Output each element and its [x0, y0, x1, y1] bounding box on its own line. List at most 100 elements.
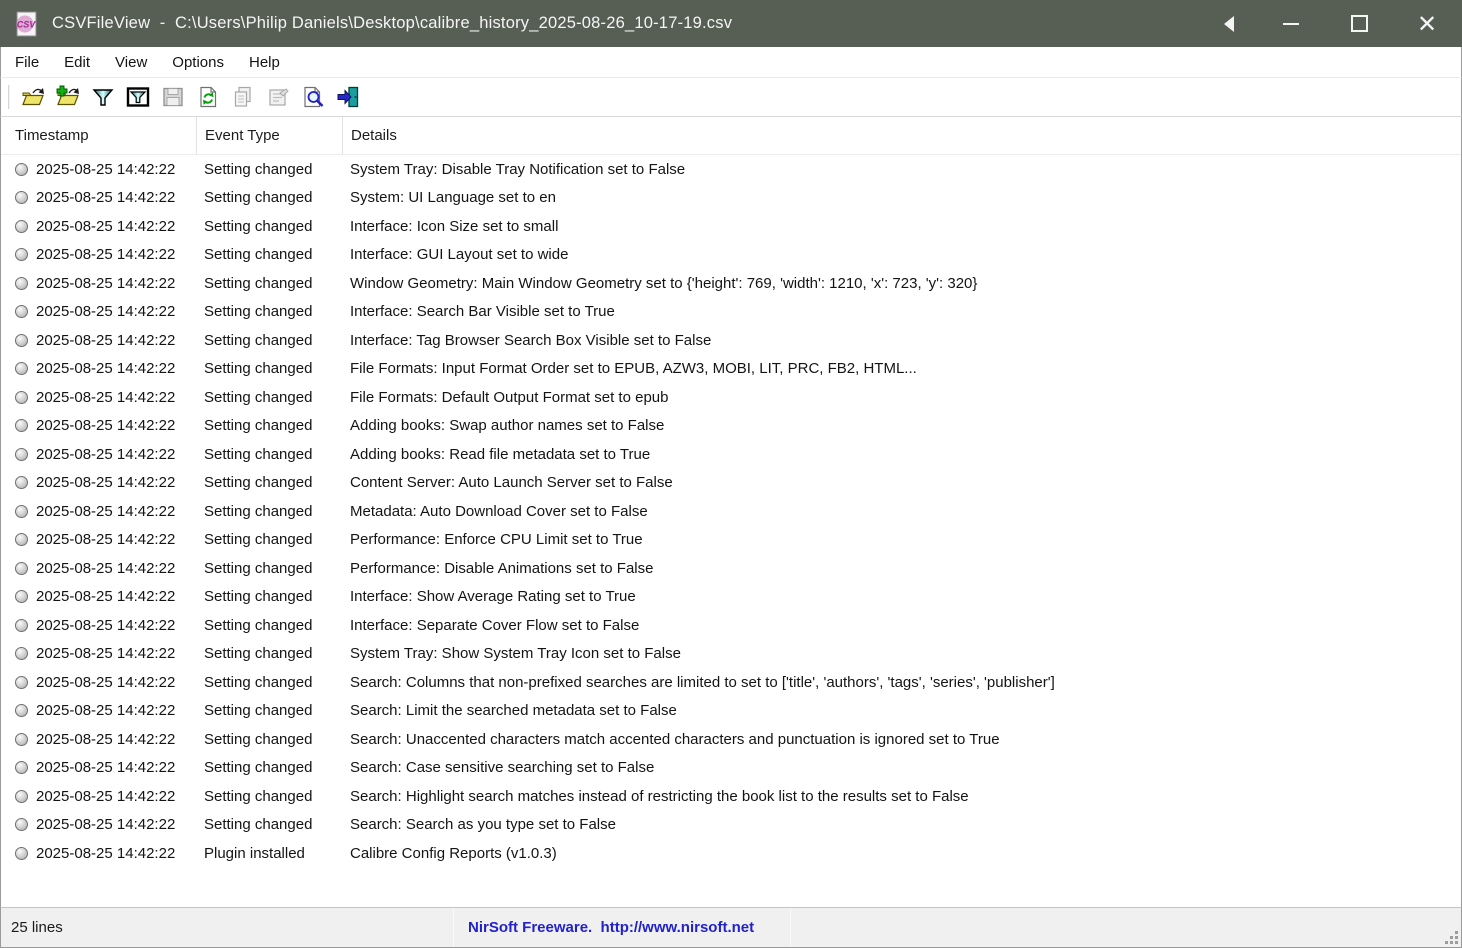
- details-cell: Performance: Enforce CPU Limit set to Tr…: [350, 531, 643, 549]
- close-button[interactable]: ✕: [1404, 0, 1450, 47]
- table-row[interactable]: 2025-08-25 14:42:22 Setting changed Adding…: [1, 440, 1461, 469]
- table-row[interactable]: 2025-08-25 14:42:22 Setting changed Perfor…: [1, 526, 1461, 555]
- table-row[interactable]: 2025-08-25 14:42:22 Setting changed Interf…: [1, 583, 1461, 612]
- table-row[interactable]: 2025-08-25 14:42:22 Setting changed System…: [1, 184, 1461, 213]
- sphere-bullet-icon: [15, 846, 28, 860]
- table-row[interactable]: 2025-08-25 14:42:22 Setting changed Adding…: [1, 412, 1461, 441]
- table-row[interactable]: 2025-08-25 14:42:22 Setting changed Conten…: [1, 469, 1461, 498]
- sphere-bullet-icon: [15, 504, 28, 518]
- nirsoft-link[interactable]: NirSoft Freeware. http://www.nirsoft.net: [468, 919, 754, 936]
- menu-edit[interactable]: Edit: [53, 49, 101, 76]
- csvfileview-window: CSV CSVFileView - C:\Users\Philip Daniel…: [0, 0, 1462, 948]
- sphere-bullet-icon: [15, 419, 28, 433]
- filter-button[interactable]: [88, 83, 117, 112]
- table-row[interactable]: 2025-08-25 14:42:22 Setting changed Interf…: [1, 212, 1461, 241]
- sphere-bullet-icon: [15, 276, 28, 290]
- triangle-left-icon[interactable]: [1224, 15, 1234, 32]
- timestamp-cell: 2025-08-25 14:42:22: [36, 531, 176, 549]
- refresh-button[interactable]: [193, 83, 222, 112]
- timestamp-cell: 2025-08-25 14:42:22: [36, 844, 176, 862]
- open-file-button[interactable]: [18, 83, 47, 112]
- sphere-bullet-icon: [15, 476, 28, 490]
- details-cell: System: UI Language set to en: [350, 189, 556, 207]
- table-row[interactable]: 2025-08-25 14:42:22 Setting changed Metada…: [1, 497, 1461, 526]
- event-type-cell: Setting changed: [204, 645, 313, 663]
- timestamp-cell: 2025-08-25 14:42:22: [36, 189, 176, 207]
- details-cell: Adding books: Swap author names set to F…: [350, 417, 665, 435]
- table-row[interactable]: 2025-08-25 14:42:22 Setting changed Interf…: [1, 611, 1461, 640]
- sphere-bullet-icon: [15, 761, 28, 775]
- table-row[interactable]: 2025-08-25 14:42:22 Setting changed Search…: [1, 782, 1461, 811]
- table-row[interactable]: 2025-08-25 14:42:22 Setting changed Search…: [1, 697, 1461, 726]
- table-row[interactable]: 2025-08-25 14:42:22 Setting changed Search…: [1, 725, 1461, 754]
- column-header-timestamp[interactable]: Timestamp: [1, 117, 196, 154]
- sphere-bullet-icon: [15, 675, 28, 689]
- minimize-button[interactable]: [1268, 0, 1314, 47]
- menu-options[interactable]: Options: [161, 49, 235, 76]
- table-row[interactable]: 2025-08-25 14:42:22 Plugin installed Calib…: [1, 839, 1461, 868]
- sphere-bullet-icon: [15, 390, 28, 404]
- timestamp-cell: 2025-08-25 14:42:22: [36, 730, 176, 748]
- sphere-bullet-icon: [15, 561, 28, 575]
- event-type-cell: Setting changed: [204, 673, 313, 691]
- copy-button[interactable]: [228, 83, 257, 112]
- details-cell: File Formats: Input Format Order set to …: [350, 360, 917, 378]
- table-row[interactable]: 2025-08-25 14:42:22 Setting changed Search…: [1, 668, 1461, 697]
- event-type-cell: Setting changed: [204, 730, 313, 748]
- details-cell: Calibre Config Reports (v1.0.3): [350, 844, 557, 862]
- timestamp-cell: 2025-08-25 14:42:22: [36, 160, 176, 178]
- table-body: 2025-08-25 14:42:22 Setting changed System…: [1, 155, 1461, 907]
- details-cell: Interface: Search Bar Visible set to Tru…: [350, 303, 615, 321]
- find-button[interactable]: [298, 83, 327, 112]
- table-row[interactable]: 2025-08-25 14:42:22 Setting changed Search…: [1, 811, 1461, 840]
- table-row[interactable]: 2025-08-25 14:42:22 Setting changed Search…: [1, 754, 1461, 783]
- exit-button[interactable]: [333, 83, 362, 112]
- resize-grip-icon[interactable]: [1444, 930, 1459, 945]
- table-row[interactable]: 2025-08-25 14:42:22 Setting changed Window…: [1, 269, 1461, 298]
- column-header-event-type[interactable]: Event Type: [196, 117, 342, 154]
- table-row[interactable]: 2025-08-25 14:42:22 Setting changed Interf…: [1, 241, 1461, 270]
- timestamp-cell: 2025-08-25 14:42:22: [36, 360, 176, 378]
- event-type-cell: Setting changed: [204, 502, 313, 520]
- save-button[interactable]: [158, 83, 187, 112]
- details-cell: Interface: Show Average Rating set to Tr…: [350, 588, 636, 606]
- open-add-file-icon: [56, 85, 79, 106]
- properties-button[interactable]: [263, 83, 292, 112]
- table-row[interactable]: 2025-08-25 14:42:22 Setting changed System…: [1, 155, 1461, 184]
- event-type-cell: Setting changed: [204, 388, 313, 406]
- timestamp-cell: 2025-08-25 14:42:22: [36, 559, 176, 577]
- event-type-cell: Setting changed: [204, 474, 313, 492]
- menu-file[interactable]: File: [4, 49, 50, 76]
- column-header-details[interactable]: Details: [342, 117, 1461, 154]
- table-row[interactable]: 2025-08-25 14:42:22 Setting changed Interf…: [1, 298, 1461, 327]
- find-icon: [303, 86, 323, 108]
- exit-icon: [337, 86, 358, 108]
- display-filter-button[interactable]: [123, 83, 152, 112]
- event-type-cell: Setting changed: [204, 417, 313, 435]
- table-row[interactable]: 2025-08-25 14:42:22 Setting changed File F…: [1, 355, 1461, 384]
- sphere-bullet-icon: [15, 191, 28, 205]
- menu-help[interactable]: Help: [238, 49, 291, 76]
- toolbar-gripper: [8, 85, 10, 109]
- timestamp-cell: 2025-08-25 14:42:22: [36, 388, 176, 406]
- table-row[interactable]: 2025-08-25 14:42:22 Setting changed Perfor…: [1, 554, 1461, 583]
- table-row[interactable]: 2025-08-25 14:42:22 Setting changed File F…: [1, 383, 1461, 412]
- lines-count: 25 lines: [11, 919, 63, 936]
- open-add-file-button[interactable]: [53, 83, 82, 112]
- event-type-cell: Setting changed: [204, 759, 313, 777]
- timestamp-cell: 2025-08-25 14:42:22: [36, 217, 176, 235]
- table-row[interactable]: 2025-08-25 14:42:22 Setting changed System…: [1, 640, 1461, 669]
- table-row[interactable]: 2025-08-25 14:42:22 Setting changed Interf…: [1, 326, 1461, 355]
- display-filter-icon: [126, 87, 149, 107]
- maximize-button[interactable]: [1336, 0, 1382, 47]
- sphere-bullet-icon: [15, 732, 28, 746]
- event-type-cell: Setting changed: [204, 559, 313, 577]
- event-type-cell: Setting changed: [204, 588, 313, 606]
- sphere-bullet-icon: [15, 789, 28, 803]
- details-cell: Window Geometry: Main Window Geometry se…: [350, 274, 978, 292]
- sphere-bullet-icon: [15, 818, 28, 832]
- menu-view[interactable]: View: [104, 49, 158, 76]
- details-cell: Search: Highlight search matches instead…: [350, 787, 969, 805]
- close-icon: ✕: [1416, 9, 1438, 38]
- event-type-cell: Setting changed: [204, 360, 313, 378]
